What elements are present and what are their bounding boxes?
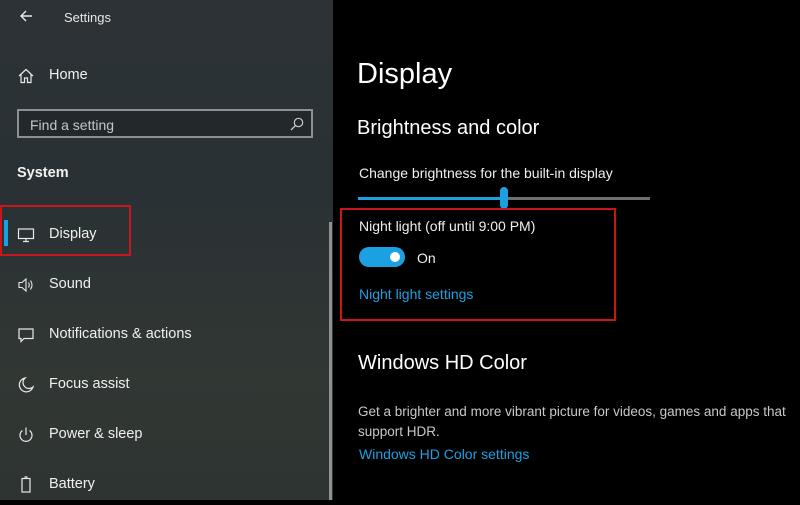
sidebar: Settings Home Find a setting System Disp… — [0, 0, 333, 500]
moon-icon — [18, 376, 35, 393]
message-icon — [18, 328, 34, 343]
sidebar-item-label: Notifications & actions — [49, 326, 192, 342]
sidebar-item-label: Home — [49, 67, 88, 83]
sidebar-item-home[interactable]: Home — [0, 56, 330, 96]
search-icon[interactable] — [289, 116, 305, 132]
app-title: Settings — [64, 10, 111, 25]
section-heading: System — [17, 165, 69, 181]
sidebar-item-label: Focus assist — [49, 376, 130, 392]
home-icon — [18, 68, 34, 84]
sidebar-item-battery[interactable]: Battery — [0, 465, 330, 505]
back-button[interactable] — [14, 4, 38, 28]
speaker-icon — [18, 277, 33, 293]
hdr-settings-link[interactable]: Windows HD Color settings — [359, 446, 529, 462]
sidebar-item-label: Battery — [49, 476, 95, 492]
sidebar-item-label: Power & sleep — [49, 426, 143, 442]
brightness-heading: Brightness and color — [357, 117, 540, 139]
page-title: Display — [357, 58, 453, 90]
brightness-slider-thumb[interactable] — [500, 187, 508, 209]
sidebar-item-notifications[interactable]: Notifications & actions — [0, 315, 330, 355]
battery-icon — [21, 476, 31, 493]
search-input[interactable]: Find a setting — [17, 109, 313, 138]
power-icon — [19, 427, 33, 442]
sidebar-item-label: Sound — [49, 276, 91, 292]
sidebar-item-focus-assist[interactable]: Focus assist — [0, 365, 330, 405]
highlight-box-display — [0, 205, 131, 256]
highlight-box-night-light — [340, 208, 616, 321]
brightness-slider[interactable] — [358, 187, 650, 209]
brightness-label: Change brightness for the built-in displ… — [359, 165, 613, 181]
sidebar-item-sound[interactable]: Sound — [0, 265, 330, 305]
hdr-description: Get a brighter and more vibrant picture … — [358, 404, 786, 439]
sidebar-scrollbar[interactable] — [329, 222, 332, 500]
hdr-heading: Windows HD Color — [358, 352, 527, 374]
search-placeholder: Find a setting — [30, 117, 115, 133]
brightness-slider-fill — [358, 197, 504, 200]
arrow-left-icon — [20, 10, 32, 22]
sidebar-item-power-sleep[interactable]: Power & sleep — [0, 415, 330, 455]
